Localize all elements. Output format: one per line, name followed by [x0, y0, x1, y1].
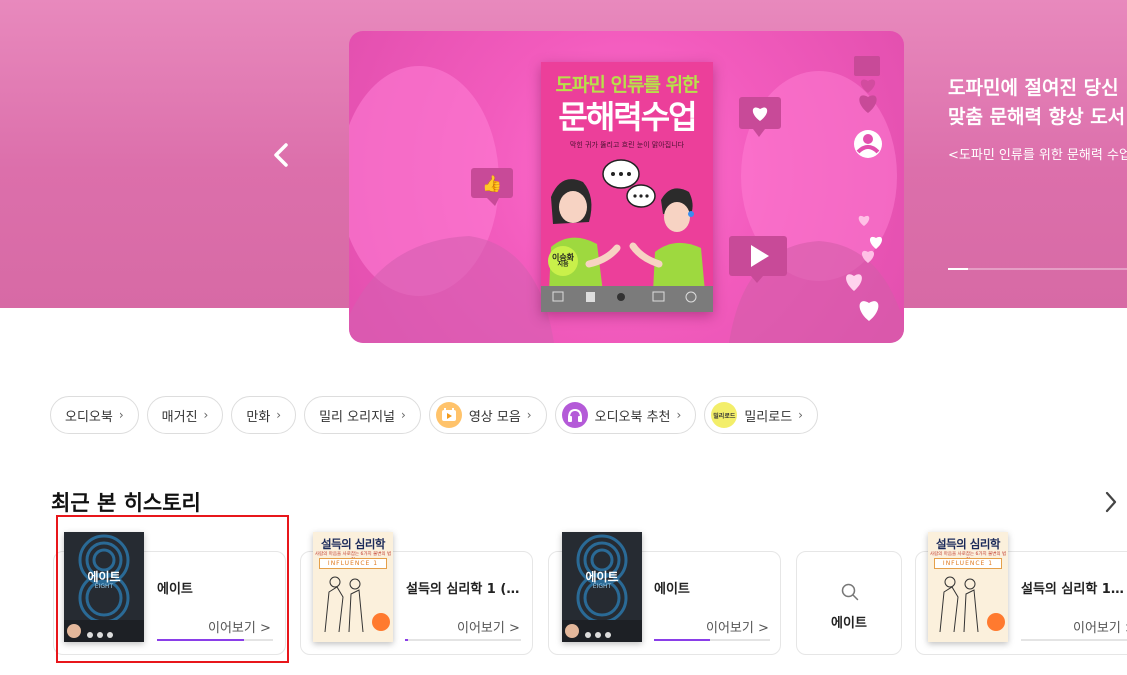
chevron-right-icon — [1105, 491, 1117, 513]
book-thumbnail-persuasion[interactable]: 설득의 심리학 사람의 마음을 사로잡는 6가지 불변의 법칙 INFLUENC… — [928, 532, 1008, 642]
book-bar-icons — [552, 291, 697, 303]
hero-description: <도파민 인류를 위한 문해력 수업> — [948, 148, 1127, 163]
book-thumbnail-persuasion[interactable]: 설득의 심리학 사람의 마음을 사로잡는 6가지 불변의 법칙 INFLUENC… — [313, 532, 393, 642]
chip-label: 밀리로드 — [744, 409, 793, 425]
chip-label: 오디오북 추천 — [594, 409, 671, 425]
history-section-title: 최근 본 히스토리 — [51, 491, 201, 515]
search-card-label: 에이트 — [831, 616, 867, 631]
reading-progress-fill — [654, 639, 710, 641]
hero-text-block[interactable]: 도파민에 절여진 당신 맞춤 문해력 향상 도서 <도파민 인류를 위한 문해력… — [948, 74, 1127, 163]
book-bottom-bar — [541, 286, 713, 312]
chip-label: 만화 — [246, 409, 271, 425]
svg-text:👍: 👍 — [482, 174, 502, 193]
chip-label: 오디오북 — [65, 409, 113, 425]
continue-reading-button[interactable]: 이어보기 > — [457, 617, 520, 636]
history-item-title: 설득의 심리학 1 (20주년 기념 개정증보판) — [1021, 582, 1127, 597]
history-next-button[interactable] — [1098, 488, 1124, 516]
video-icon — [435, 402, 462, 428]
cover-subtitle: EIGHT — [592, 583, 612, 590]
millie-road-icon: 밀리로드 — [711, 402, 738, 428]
continue-reading-button[interactable]: 이어보기 > — [706, 617, 769, 636]
chevron-right-icon: › — [526, 408, 532, 422]
chip-label: 매거진 — [161, 409, 198, 425]
hero-banner[interactable]: 👍 도파민 인류를 위한 문해력수업 막힌 귀가 뚫리고 흐린 눈이 맑아집니다 — [349, 31, 904, 343]
chevron-right-icon: › — [798, 408, 803, 422]
chip-magazine[interactable]: 매거진 › — [146, 396, 224, 434]
history-item-title: 에이트 — [654, 582, 690, 597]
book-author-suffix: 지음 — [557, 261, 569, 268]
hero-progress-bar — [948, 268, 1127, 270]
hero-title-line2: 맞춤 문해력 향상 도서 — [948, 106, 1126, 128]
hero-title-line1: 도파민에 절여진 당신 — [948, 77, 1119, 99]
book-thumbnail-eight[interactable]: 에이트 EIGHT — [562, 532, 642, 642]
persuasion-cover-art — [939, 576, 1005, 633]
history-item-title: 설득의 심리학 1 (20주년 기념 개정증보판) — [406, 582, 526, 597]
chip-millie-road[interactable]: 밀리로드 밀리로드 › — [704, 396, 818, 434]
hero-progress-fill — [948, 268, 968, 270]
chevron-right-icon: › — [401, 408, 406, 422]
hero-prev-button[interactable] — [266, 138, 296, 172]
chip-label: 밀리 오리지널 — [319, 409, 395, 425]
reading-progress-bar — [405, 639, 521, 641]
chip-label: 영상 모음 — [468, 409, 521, 425]
chevron-right-icon: › — [276, 408, 282, 422]
book-subtitle: 막힌 귀가 뚫리고 흐린 눈이 맑아집니다 — [569, 141, 685, 149]
history-search-card[interactable]: 에이트 — [796, 551, 902, 655]
headphones-icon — [561, 402, 588, 428]
continue-reading-button[interactable]: 이어보기 > — [1073, 617, 1127, 636]
category-chips: 오디오북 › 매거진 › 만화 › 밀리 오리지널 › 영상 모음 › 오디오북… — [50, 396, 818, 434]
chip-comics[interactable]: 만화 › — [231, 396, 297, 434]
reading-progress-fill — [405, 639, 409, 641]
book-title-line2: 문해력수업 — [558, 98, 697, 136]
persuasion-cover-art — [324, 576, 390, 633]
chip-video-collection[interactable]: 영상 모음 › — [428, 396, 547, 434]
chevron-right-icon: › — [118, 408, 124, 422]
chevron-right-icon: › — [203, 408, 209, 422]
book-cover: 도파민 인류를 위한 문해력수업 막힌 귀가 뚫리고 흐린 눈이 맑아집니다 이… — [541, 62, 713, 312]
reading-progress-bar — [1021, 639, 1127, 641]
reading-progress-bar — [654, 639, 770, 641]
search-icon — [841, 583, 859, 601]
book-author-badge: 이승화 지음 — [548, 246, 578, 276]
chevron-left-icon — [274, 143, 288, 167]
chip-audiobook[interactable]: 오디오북 › — [50, 396, 139, 434]
chevron-right-icon: › — [676, 408, 682, 422]
highlight-box — [56, 515, 289, 663]
chip-millie-original[interactable]: 밀리 오리지널 › — [304, 396, 421, 434]
chip-audiobook-recommend[interactable]: 오디오북 추천 › — [554, 396, 697, 434]
